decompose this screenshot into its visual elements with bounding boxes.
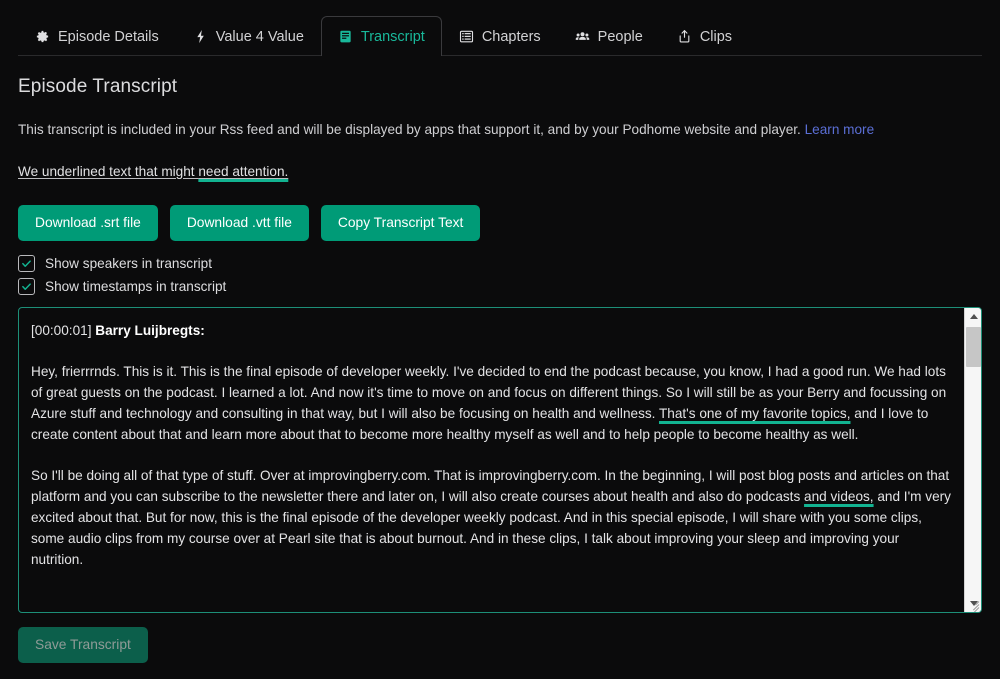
download-srt-button[interactable]: Download .srt file (18, 204, 158, 241)
transcript-text-content[interactable]: [00:00:01] Barry Luijbregts: Hey, frierr… (19, 308, 981, 612)
episode-tab-bar: Episode Details Value 4 Value Transcript (0, 0, 1000, 57)
copy-transcript-button[interactable]: Copy Transcript Text (320, 204, 481, 241)
tab-chapters[interactable]: Chapters (442, 16, 558, 56)
tab-clips[interactable]: Clips (660, 16, 749, 56)
people-icon (575, 29, 590, 44)
transcript-content: Episode Transcript This transcript is in… (0, 56, 1000, 663)
tab-label: Clips (699, 28, 733, 45)
transcript-options: Show speakers in transcript Show timesta… (18, 254, 982, 295)
tab-people[interactable]: People (558, 16, 660, 56)
tab-label: Transcript (360, 28, 425, 45)
transcript-textarea[interactable]: [00:00:01] Barry Luijbregts: Hey, frierr… (18, 306, 982, 613)
transcript-speaker-line: [00:00:01] Barry Luijbregts: (31, 320, 955, 341)
transcript-paragraph-1: Hey, frierrrnds. This is it. This is the… (31, 361, 955, 445)
scrollbar-thumb[interactable] (966, 326, 981, 367)
transcript-actions: Download .srt file Download .vtt file Co… (18, 204, 982, 241)
checkmark-icon[interactable] (18, 277, 35, 295)
tab-label: Episode Details (58, 28, 159, 45)
scroll-up-arrow-icon[interactable] (965, 307, 981, 325)
learn-more-link[interactable]: Learn more (805, 122, 875, 137)
page-title: Episode Transcript (18, 76, 178, 97)
checkmark-icon[interactable] (18, 254, 35, 272)
transcript-timestamp: [00:00:01] (31, 322, 92, 338)
transcript-speaker-name: Barry Luijbregts: (95, 322, 205, 338)
transcript-description: This transcript is included in your Rss … (18, 120, 982, 140)
resize-grip-icon[interactable] (967, 598, 980, 612)
show-timestamps-checkbox-row[interactable]: Show timestamps in transcript (18, 277, 982, 295)
transcript-scrollbar[interactable] (964, 307, 981, 612)
transcript-paragraph-2: So I'll be doing all of that type of stu… (31, 465, 955, 570)
attention-notice: We underlined text that might need atten… (18, 164, 288, 179)
tab-label: Value 4 Value (215, 28, 304, 45)
attention-highlight: need attention. (198, 163, 289, 179)
description-text: This transcript is included in your Rss … (18, 122, 801, 137)
save-row: Save Transcript (18, 626, 982, 663)
transcript-document-icon (338, 29, 353, 44)
show-speakers-checkbox-row[interactable]: Show speakers in transcript (18, 254, 982, 272)
lightning-bolt-icon (193, 29, 208, 44)
gear-icon (35, 29, 50, 44)
save-transcript-button[interactable]: Save Transcript (18, 626, 148, 663)
tab-episode-details[interactable]: Episode Details (18, 16, 176, 56)
tab-label: People (597, 28, 643, 45)
list-icon (459, 29, 474, 44)
paragraph-2-highlight: and videos, (804, 488, 874, 504)
transcript-page: Episode Details Value 4 Value Transcript (0, 0, 1000, 679)
tab-transcript[interactable]: Transcript (320, 16, 442, 57)
paragraph-1-highlight: That's one of my favorite topics, (658, 405, 851, 421)
tab-value-4-value[interactable]: Value 4 Value (176, 16, 321, 56)
attention-prefix: We underlined text that might (18, 163, 199, 179)
show-timestamps-label: Show timestamps in transcript (45, 278, 227, 294)
tab-label: Chapters (481, 28, 541, 45)
download-vtt-button[interactable]: Download .vtt file (169, 204, 309, 241)
share-upload-icon (677, 29, 692, 44)
show-speakers-label: Show speakers in transcript (45, 255, 212, 271)
